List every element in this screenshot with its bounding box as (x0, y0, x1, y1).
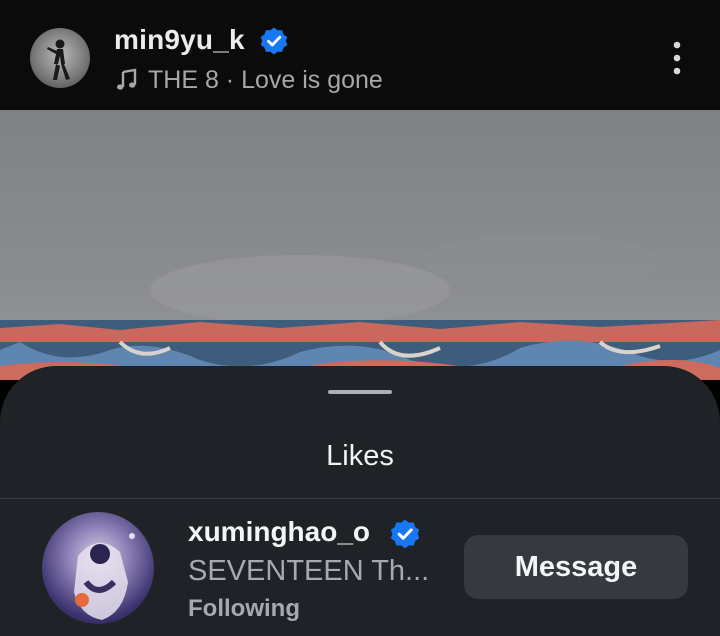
likes-sheet: Likes xuminghao_o SEVENTEEN Th... Follow… (0, 366, 720, 636)
author-avatar[interactable] (30, 28, 90, 88)
author-username[interactable]: min9yu_k (114, 24, 245, 56)
post-photo[interactable] (0, 110, 720, 380)
post-header: min9yu_k THE 8 · Love is gone (0, 0, 720, 110)
photo-scene-image (0, 235, 720, 380)
music-track-label[interactable]: THE 8 · Love is gone (148, 66, 383, 95)
verified-badge-icon (390, 519, 420, 549)
like-list-item[interactable]: xuminghao_o SEVENTEEN Th... Following Me… (0, 499, 720, 636)
liker-username[interactable]: xuminghao_o (188, 516, 370, 548)
music-note-icon (117, 68, 137, 90)
more-vertical-icon[interactable] (668, 40, 686, 76)
sheet-title: Likes (326, 440, 394, 472)
avatar-figure-icon (47, 39, 70, 80)
following-status: Following (188, 595, 300, 622)
sheet-drag-handle[interactable] (328, 390, 392, 394)
liker-avatar-image (74, 533, 135, 620)
message-button[interactable]: Message (464, 535, 688, 599)
verified-badge-icon (260, 27, 288, 55)
liker-avatar[interactable] (42, 512, 154, 624)
liker-fullname: SEVENTEEN Th... (188, 555, 430, 587)
